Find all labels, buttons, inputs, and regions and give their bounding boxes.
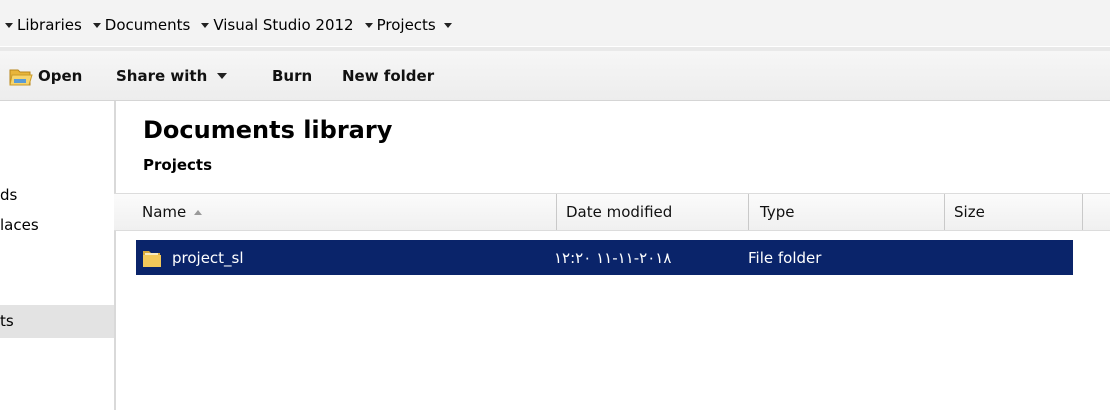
chevron-down-icon[interactable] xyxy=(217,72,228,79)
file-row-selected[interactable]: project_sl ٢٠١٨-١١-١١ ١٢:٢٠ File folder xyxy=(136,240,1073,275)
column-divider[interactable] xyxy=(944,194,945,230)
open-button[interactable]: Open xyxy=(8,51,82,100)
chevron-down-icon[interactable] xyxy=(5,22,13,28)
address-bar[interactable]: Libraries Documents Visual Studio 2012 P… xyxy=(0,0,1110,51)
chevron-down-icon[interactable] xyxy=(201,22,210,28)
breadcrumb-visual-studio[interactable]: Visual Studio 2012 xyxy=(196,16,354,34)
navigation-pane[interactable]: ds laces ts xyxy=(0,101,116,410)
burn-button[interactable]: Burn xyxy=(272,51,312,100)
folder-open-icon xyxy=(8,65,34,87)
file-type-cell: File folder xyxy=(748,248,822,267)
nav-item-documents-selected[interactable]: ts xyxy=(0,305,114,338)
breadcrumb-libraries[interactable]: Libraries xyxy=(0,16,82,34)
library-subtitle: Projects xyxy=(143,156,213,174)
column-name[interactable]: Name xyxy=(142,194,203,230)
column-size[interactable]: Size xyxy=(954,194,985,230)
breadcrumb: Libraries Documents Visual Studio 2012 P… xyxy=(0,12,462,38)
column-header: Name Date modified Type Size xyxy=(114,193,1110,231)
chevron-down-icon[interactable] xyxy=(364,22,373,28)
nav-item-downloads[interactable]: ds xyxy=(0,186,17,204)
chevron-down-icon[interactable] xyxy=(92,22,101,28)
breadcrumb-documents[interactable]: Documents xyxy=(88,16,190,34)
folder-icon xyxy=(140,247,164,269)
column-divider[interactable] xyxy=(748,194,749,230)
share-with-button[interactable]: Share with xyxy=(116,51,228,100)
new-folder-button[interactable]: New folder xyxy=(342,51,434,100)
column-divider[interactable] xyxy=(1082,194,1083,230)
chevron-down-icon[interactable] xyxy=(443,22,452,28)
command-toolbar: Open Share with Burn New folder xyxy=(0,51,1110,101)
column-divider[interactable] xyxy=(556,194,557,230)
breadcrumb-projects[interactable]: Projects xyxy=(360,16,456,34)
nav-item-recent-places[interactable]: laces xyxy=(0,216,39,234)
sort-ascending-icon xyxy=(194,209,203,215)
file-name-cell[interactable]: project_sl xyxy=(140,240,244,275)
column-type[interactable]: Type xyxy=(760,194,794,230)
column-date-modified[interactable]: Date modified xyxy=(566,194,672,230)
page-title: Documents library xyxy=(143,116,393,144)
file-date-cell: ٢٠١٨-١١-١١ ١٢:٢٠ xyxy=(554,248,672,267)
